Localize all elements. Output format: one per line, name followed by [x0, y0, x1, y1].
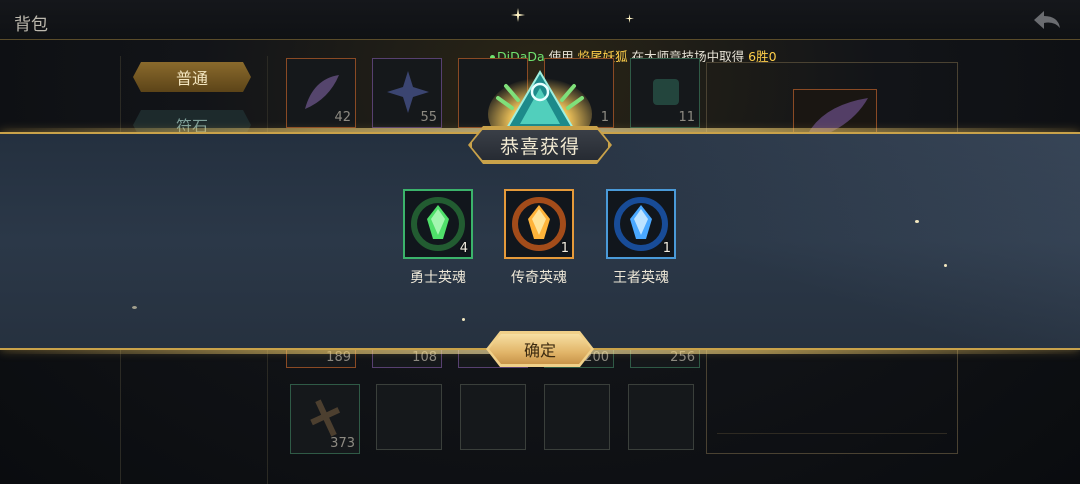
sparkle-dot — [915, 220, 919, 223]
confirm-button[interactable]: 确定 — [486, 331, 594, 367]
light-ray — [520, 134, 1080, 352]
modal-title-text: 恭喜获得 — [499, 135, 580, 158]
slot-count: 42 — [334, 110, 351, 125]
reward-name: 王者英魂 — [613, 270, 669, 286]
reward-frame: 1 — [504, 189, 574, 259]
inventory-slot-empty[interactable] — [628, 384, 694, 450]
feather-icon — [305, 75, 339, 109]
sparkle-icon — [625, 14, 634, 23]
inventory-slot[interactable]: 11 — [630, 58, 700, 128]
inventory-slot[interactable]: 55 — [372, 58, 442, 128]
sparkle-dot — [462, 318, 465, 321]
top-bar: 背包 — [0, 0, 1080, 40]
inventory-slot[interactable]: 373 — [290, 384, 360, 454]
reward-quantity: 1 — [662, 241, 671, 256]
tab-normal[interactable]: 普通 — [133, 62, 251, 92]
modal-title: 恭喜获得 — [470, 128, 610, 162]
reward-item[interactable]: 1 传奇英魂 — [503, 189, 575, 287]
reward-item[interactable]: 1 王者英魂 — [605, 189, 677, 287]
page-title: 背包 — [14, 15, 48, 35]
slot-count: 373 — [330, 436, 355, 451]
confirm-button-face: 确定 — [489, 334, 591, 364]
reward-frame: 1 — [606, 189, 676, 259]
reward-quantity: 1 — [560, 241, 569, 256]
inventory-slot-empty[interactable] — [460, 384, 526, 450]
inventory-slot[interactable]: 42 — [286, 58, 356, 128]
sparkle-icon — [511, 8, 525, 22]
inventory-slot-empty[interactable] — [376, 384, 442, 450]
reward-item[interactable]: 4 勇士英魂 — [402, 189, 474, 287]
sparkle-dot — [944, 264, 947, 267]
slot-count: 1 — [600, 110, 609, 125]
scroll-icon — [653, 79, 679, 105]
reward-name: 勇士英魂 — [410, 270, 466, 286]
star-icon — [387, 71, 429, 113]
slot-count: 11 — [678, 110, 695, 125]
sparkle-dot — [132, 306, 137, 309]
reward-quantity: 4 — [459, 241, 468, 256]
slot-count: 55 — [420, 110, 437, 125]
cross-icon — [310, 399, 341, 437]
reward-frame: 4 — [403, 189, 473, 259]
reward-name: 传奇英魂 — [511, 270, 567, 286]
confirm-button-label: 确定 — [523, 341, 556, 360]
divider — [717, 433, 947, 434]
inventory-slot-empty[interactable] — [544, 384, 610, 450]
tab-label: 普通 — [175, 69, 208, 88]
back-arrow-icon[interactable] — [1030, 6, 1064, 34]
